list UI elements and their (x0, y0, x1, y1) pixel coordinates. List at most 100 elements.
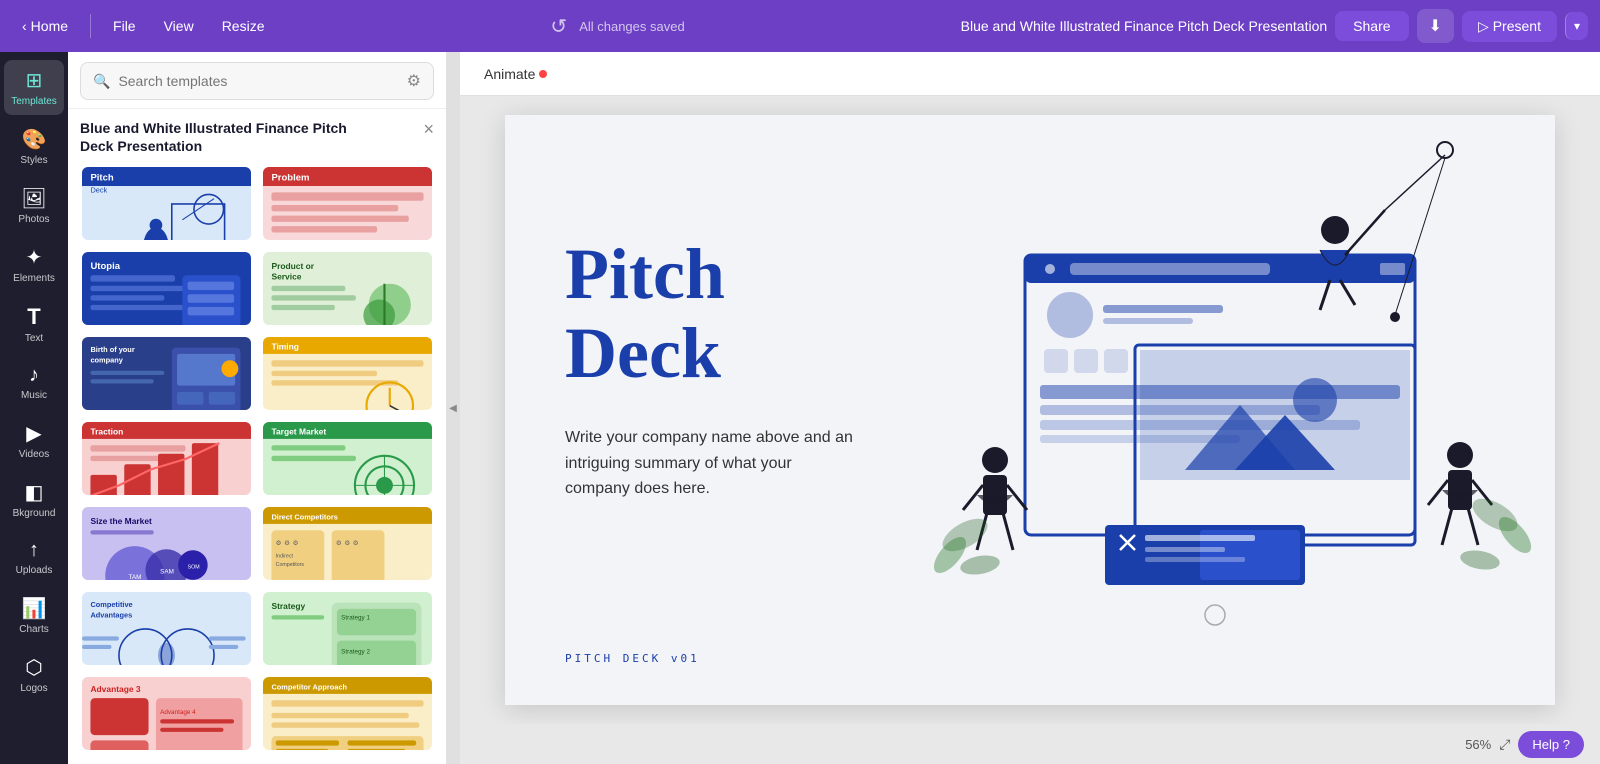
sidebar-item-elements[interactable]: ✦ Elements (4, 237, 64, 292)
logos-label: Logos (20, 683, 47, 694)
videos-icon: ▶ (26, 421, 41, 446)
present-label: Present (1493, 18, 1541, 34)
expand-icon[interactable]: ⤢ (1499, 736, 1510, 753)
svg-text:Size the Market: Size the Market (90, 516, 152, 526)
canvas-area: Animate ⊡ ⧉ + Pitch (460, 52, 1600, 764)
zoom-level: 56% (1465, 737, 1491, 752)
filter-icon[interactable]: ⚙ (407, 71, 421, 91)
heading-line2: Deck (565, 313, 721, 393)
svg-text:Traction: Traction (90, 427, 123, 437)
topbar-center: ↺ All changes saved (282, 14, 952, 39)
panel-collapse-handle[interactable]: ◀ (446, 52, 460, 764)
view-menu[interactable]: View (154, 12, 204, 40)
undo-button[interactable]: ↺ (550, 14, 567, 39)
help-label: Help ? (1532, 737, 1570, 752)
slide-container[interactable]: ⊡ ⧉ + Pitch Deck Write your company name… (505, 115, 1555, 705)
svg-text:Problem: Problem (271, 173, 309, 184)
charts-label: Charts (19, 624, 48, 635)
animate-button[interactable]: Animate (476, 62, 555, 86)
template-card[interactable]: Size the Market TAM SAM SOM (80, 505, 253, 582)
svg-text:Competitive: Competitive (90, 600, 132, 609)
svg-text:SOM: SOM (188, 564, 200, 570)
slide-body-text[interactable]: Write your company name above and an int… (565, 425, 855, 502)
file-menu[interactable]: File (103, 12, 146, 40)
svg-text:Service: Service (271, 272, 301, 282)
slide-footer[interactable]: PITCH DECK v01 (565, 652, 700, 665)
heading-line1: Pitch (565, 234, 725, 314)
template-card[interactable]: Problem (261, 165, 434, 242)
present-button[interactable]: ▷ Present (1462, 11, 1557, 42)
sidebar-item-text[interactable]: T Text (4, 296, 64, 352)
template-card[interactable]: Product or Service (261, 250, 434, 327)
template-card[interactable]: Traction (80, 420, 253, 497)
sidebar-item-photos[interactable]: 🖼 Photos (4, 178, 64, 233)
template-card[interactable]: Utopia (80, 250, 253, 327)
svg-text:company: company (90, 356, 123, 365)
search-icon: 🔍 (93, 73, 110, 90)
svg-text:TAM: TAM (128, 574, 141, 581)
template-card[interactable]: Competitive Advantages (80, 590, 253, 667)
template-title: Blue and White Illustrated Finance Pitch… (80, 119, 370, 155)
template-card[interactable]: Target Market (261, 420, 434, 497)
text-icon: T (27, 304, 40, 330)
download-button[interactable]: ⬇ (1417, 9, 1454, 43)
svg-text:Competitors: Competitors (276, 562, 305, 568)
svg-text:Product or: Product or (271, 261, 314, 271)
templates-icon: ⊞ (26, 68, 43, 93)
sidebar-item-uploads[interactable]: ↑ Uploads (4, 531, 64, 584)
svg-text:Advantages: Advantages (90, 610, 132, 619)
template-grid: Pitch Deck Problem (68, 161, 446, 764)
template-header: Blue and White Illustrated Finance Pitch… (68, 109, 446, 161)
svg-text:⚙: ⚙ (284, 540, 290, 547)
text-label: Text (25, 333, 43, 344)
template-card[interactable]: Strategy Strategy 1 Strategy 2 (261, 590, 434, 667)
svg-text:Deck: Deck (90, 186, 107, 195)
svg-text:⚙: ⚙ (276, 540, 282, 547)
present-icon: ▷ (1478, 18, 1489, 35)
sidebar-item-templates[interactable]: ⊞ Templates (4, 60, 64, 115)
template-card[interactable]: Competitor Approach (261, 675, 434, 752)
svg-text:Timing: Timing (271, 342, 299, 352)
charts-icon: 📊 (22, 596, 47, 621)
sidebar-item-logos[interactable]: ⬡ Logos (4, 647, 64, 702)
canvas-wrapper[interactable]: ⊡ ⧉ + Pitch Deck Write your company name… (460, 96, 1600, 724)
saved-status: All changes saved (579, 19, 685, 34)
home-label: Home (31, 18, 68, 34)
template-card[interactable]: Pitch Deck (80, 165, 253, 242)
svg-text:Direct Competitors: Direct Competitors (271, 513, 337, 522)
template-card[interactable]: Birth of your company (80, 335, 253, 412)
sidebar-item-music[interactable]: ♪ Music (4, 356, 64, 409)
background-icon: ◧ (25, 480, 44, 505)
present-dropdown-button[interactable]: ▾ (1565, 12, 1588, 40)
help-button[interactable]: Help ? (1518, 731, 1584, 758)
close-button[interactable]: × (423, 119, 434, 140)
chevron-left-icon: ‹ (22, 18, 27, 34)
share-button[interactable]: Share (1335, 11, 1408, 41)
resize-menu[interactable]: Resize (212, 12, 275, 40)
collapse-icon: ◀ (449, 403, 457, 414)
template-card[interactable]: Direct Competitors ⚙ ⚙ ⚙ ⚙ ⚙ ⚙ Indirect … (261, 505, 434, 582)
elements-icon: ✦ (26, 245, 43, 270)
sidebar-item-videos[interactable]: ▶ Videos (4, 413, 64, 468)
home-button[interactable]: ‹ Home (12, 12, 78, 40)
elements-label: Elements (13, 273, 55, 284)
template-card[interactable]: Advantage 3 Advantage 4 (80, 675, 253, 752)
music-icon: ♪ (29, 364, 39, 387)
sidebar-item-styles[interactable]: 🎨 Styles (4, 119, 64, 174)
videos-label: Videos (19, 449, 49, 460)
slide-pitch-area[interactable]: Pitch Deck (565, 235, 725, 393)
animate-label: Animate (484, 66, 535, 82)
svg-text:Advantage 3: Advantage 3 (90, 684, 140, 694)
svg-text:⚙: ⚙ (353, 540, 359, 547)
uploads-icon: ↑ (29, 539, 39, 562)
slide-heading: Pitch Deck (565, 235, 725, 393)
svg-text:Utopia: Utopia (90, 261, 120, 272)
svg-text:Strategy: Strategy (271, 601, 305, 611)
separator (90, 14, 91, 38)
sidebar-item-background[interactable]: ◧ Bkground (4, 472, 64, 527)
template-card[interactable]: Timing (261, 335, 434, 412)
sidebar-item-charts[interactable]: 📊 Charts (4, 588, 64, 643)
search-input[interactable] (118, 73, 398, 89)
photos-icon: 🖼 (21, 186, 46, 211)
svg-text:SAM: SAM (160, 569, 174, 576)
